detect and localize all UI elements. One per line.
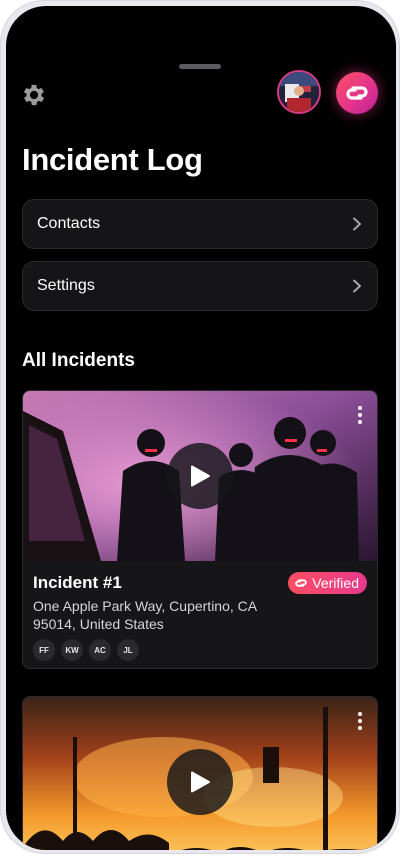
- more-options-icon[interactable]: [357, 711, 363, 731]
- incident-card[interactable]: Incident #1 Verified One Apple Park Way,…: [22, 390, 378, 669]
- contacts-label: Contacts: [37, 215, 101, 232]
- phone-frame: Incident Log Contacts Settings All Incid…: [0, 0, 400, 854]
- play-icon: [191, 771, 210, 793]
- play-button[interactable]: [167, 443, 233, 509]
- avatar-photo-image: [279, 72, 319, 112]
- participant-avatar[interactable]: AC: [89, 639, 111, 661]
- participant-avatar[interactable]: FF: [33, 639, 55, 661]
- settings-row[interactable]: Settings: [22, 261, 378, 311]
- incident-title: Incident #1: [33, 573, 122, 592]
- link-logo-icon[interactable]: [336, 72, 378, 114]
- section-title: All Incidents: [22, 350, 135, 371]
- link-logo-icon: [295, 579, 308, 587]
- verified-badge-label: Verified: [312, 575, 359, 591]
- play-icon: [191, 465, 210, 487]
- chevron-right-icon: [353, 217, 361, 231]
- more-options-icon[interactable]: [357, 405, 363, 425]
- sheet-drag-handle[interactable]: [179, 64, 221, 69]
- play-button[interactable]: [167, 749, 233, 815]
- page-title: Incident Log: [22, 142, 203, 177]
- contacts-row[interactable]: Contacts: [22, 199, 378, 249]
- app-screen: Incident Log Contacts Settings All Incid…: [6, 6, 396, 850]
- settings-label: Settings: [37, 277, 95, 294]
- gear-icon[interactable]: [20, 81, 48, 109]
- participant-avatar[interactable]: JL: [117, 639, 139, 661]
- participant-list: FF KW AC JL: [33, 639, 139, 661]
- address-line-2: 95014, United States: [33, 616, 164, 632]
- profile-avatar[interactable]: [279, 72, 319, 112]
- incident-card[interactable]: [22, 696, 378, 850]
- chevron-right-icon: [353, 279, 361, 293]
- address-line-1: One Apple Park Way, Cupertino, CA: [33, 598, 258, 614]
- participant-avatar[interactable]: KW: [61, 639, 83, 661]
- verified-badge: Verified: [288, 572, 367, 594]
- incident-address: One Apple Park Way, Cupertino, CA 95014,…: [33, 597, 283, 633]
